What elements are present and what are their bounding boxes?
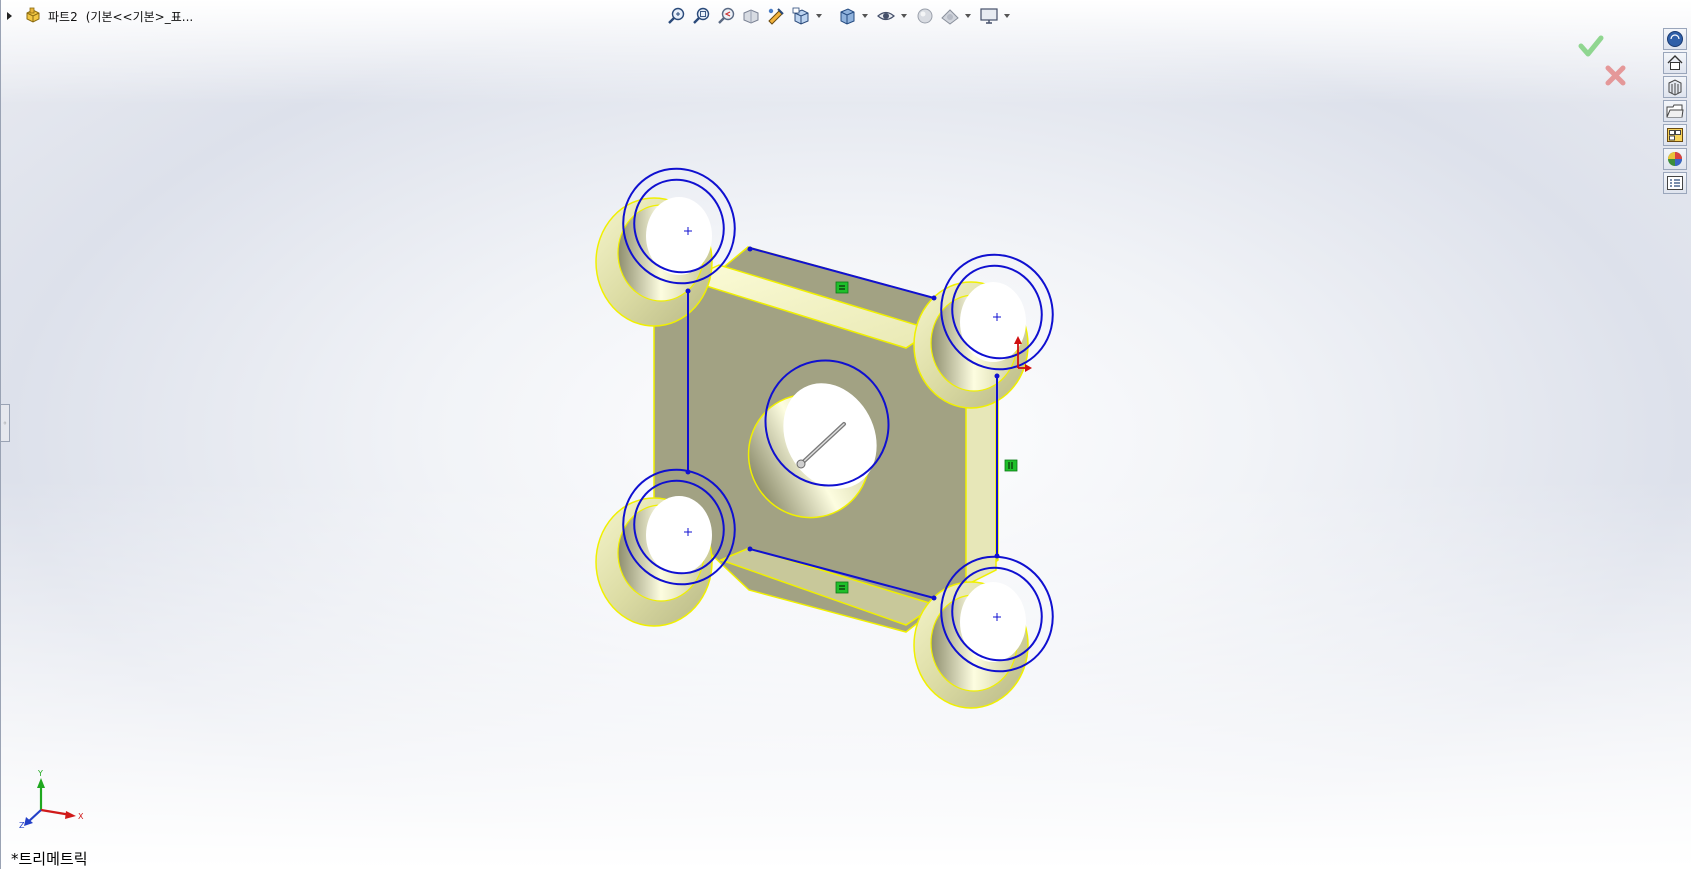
expand-arrow-icon[interactable] [7, 12, 12, 20]
hide-show-dropdown[interactable] [901, 14, 907, 18]
edit-appearance-icon[interactable] [914, 5, 936, 27]
view-orientation-icon[interactable] [790, 5, 812, 27]
display-style-icon[interactable] [836, 5, 858, 27]
model-view[interactable] [1, 0, 1691, 869]
task-pane-tabs [1663, 28, 1691, 194]
zoom-to-area-icon[interactable] [690, 5, 712, 27]
part-icon [26, 7, 40, 23]
view-settings-icon[interactable] [978, 5, 1000, 27]
view-orientation-label: *트리메트릭 [11, 850, 88, 868]
display-style-dropdown[interactable] [862, 14, 868, 18]
section-view-icon[interactable] [740, 5, 762, 27]
feature-tree-flyout[interactable]: 파트2 (기본<<기본>_표... [7, 6, 193, 26]
ok-checkmark-icon[interactable] [1578, 35, 1604, 57]
part-name[interactable]: 파트2 [48, 8, 78, 25]
previous-view-icon[interactable] [715, 5, 737, 27]
apply-scene-icon[interactable] [939, 5, 961, 27]
vertical-relation-badge[interactable] [1004, 459, 1018, 472]
panel-collapse-handle[interactable]: ◦ [1, 404, 10, 442]
graphics-area[interactable]: 파트2 (기본<<기본>_표... ◦ Y X Z *트리메트릭 [0, 0, 1691, 869]
triad-y-label: Y [37, 769, 43, 778]
home-icon[interactable] [1663, 52, 1687, 74]
custom-properties-icon[interactable] [1663, 172, 1687, 194]
confirmation-corner [1561, 32, 1631, 92]
configuration-label[interactable]: (기본<<기본>_표... [86, 8, 194, 25]
zoom-to-fit-icon[interactable] [665, 5, 687, 27]
triad-z-label: Z [19, 821, 25, 828]
boss-bottom-right[interactable] [913, 581, 1029, 709]
dynamic-annotation-icon[interactable] [765, 5, 787, 27]
handle-grip-icon: ◦ [2, 418, 8, 428]
view-palette-icon[interactable] [1663, 124, 1687, 146]
boss-top-right[interactable] [913, 281, 1029, 409]
boss-top-left[interactable] [595, 197, 713, 327]
reference-triad: Y X Z [19, 769, 84, 828]
horizontal-relation-badge[interactable] [835, 581, 849, 594]
triad-x-label: X [78, 812, 84, 821]
cancel-x-icon[interactable] [1605, 65, 1626, 86]
view-orientation-dropdown[interactable] [816, 14, 822, 18]
solidworks-resources-icon[interactable] [1663, 28, 1687, 50]
design-library-icon[interactable] [1663, 76, 1687, 98]
boss-bottom-left[interactable] [595, 496, 713, 627]
horizontal-relation-badge[interactable] [835, 281, 849, 294]
apply-scene-dropdown[interactable] [965, 14, 971, 18]
file-explorer-icon[interactable] [1663, 100, 1687, 122]
heads-up-view-toolbar [665, 4, 1014, 28]
hide-show-items-icon[interactable] [875, 5, 897, 27]
appearances-icon[interactable] [1663, 148, 1687, 170]
view-settings-dropdown[interactable] [1004, 14, 1010, 18]
